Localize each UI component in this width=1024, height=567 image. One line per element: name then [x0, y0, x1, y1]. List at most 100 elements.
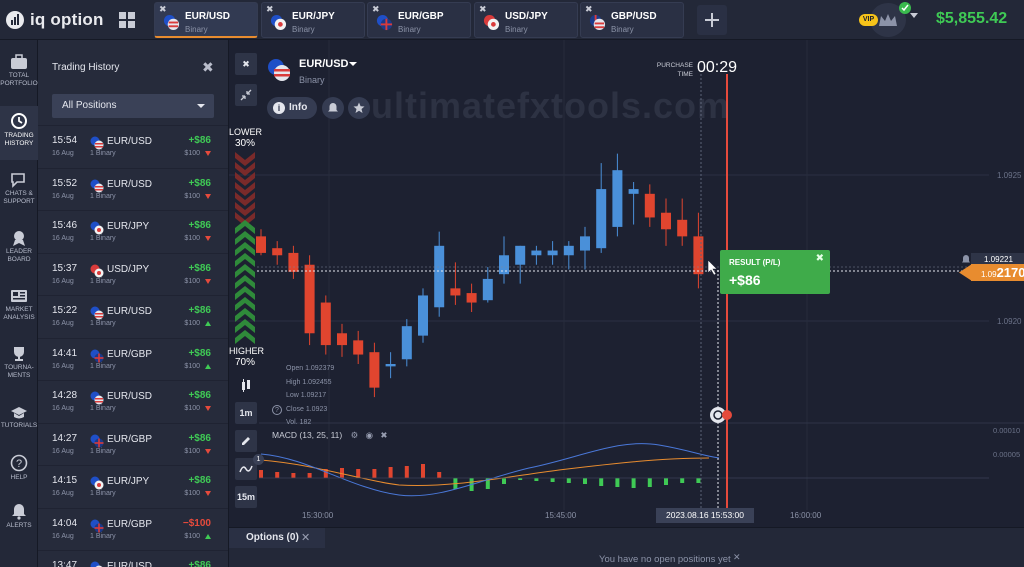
- sidebar-item-help[interactable]: ? HELP: [0, 454, 38, 482]
- candle-body: [369, 352, 380, 388]
- asset-tab-eurjpy[interactable]: ✖ EUR/JPY Binary: [261, 2, 365, 38]
- macd-bar: [307, 473, 312, 478]
- history-row[interactable]: 15:22 16 Aug EUR/USD 1 Binary +$86 $100: [38, 295, 228, 337]
- asset-tab-gbpusd[interactable]: ✖ GBP/USD Binary: [580, 2, 684, 38]
- history-row[interactable]: 14:28 16 Aug EUR/USD 1 Binary +$86 $100: [38, 380, 228, 422]
- candle-body: [418, 295, 428, 336]
- account-balance[interactable]: $5,855.42: [936, 10, 1007, 28]
- tab-options[interactable]: Options (0): [246, 532, 299, 543]
- asset-tab-eurusd[interactable]: ✖ EUR/USD Binary: [154, 2, 258, 38]
- flag-eu-us-icon: [90, 136, 104, 150]
- result-value: +$86: [729, 272, 761, 288]
- logo[interactable]: iq option: [6, 9, 124, 31]
- no-positions-message: You have no open positions yet: [599, 554, 731, 565]
- candle-body: [337, 333, 347, 346]
- macd-bar: [696, 478, 701, 483]
- arrow-up-icon: [205, 363, 211, 369]
- top-bar: iq option ✖ EUR/USD Binary ✖ EUR/JPY Bin…: [0, 0, 1024, 40]
- history-row[interactable]: 14:27 16 Aug EUR/GBP 1 Binary +$86 $100: [38, 422, 228, 465]
- chevron-down-icon[interactable]: [910, 13, 918, 19]
- trade-time: 15:46: [52, 220, 78, 231]
- sidebar-item-leaderboard[interactable]: LEADER BOARD: [0, 230, 38, 264]
- close-chart-button[interactable]: ✖: [235, 53, 257, 75]
- history-row[interactable]: 13:4716 AugEUR/USD1 Binary+$86$100: [38, 550, 228, 567]
- drawing-tool-button[interactable]: [235, 430, 257, 452]
- candle-body: [693, 236, 704, 275]
- trade-amount: $100: [184, 277, 200, 285]
- macd-bar: [388, 467, 393, 478]
- sidebar-item-trading-history[interactable]: TRADING HISTORY: [0, 106, 38, 160]
- timeframe-1m-button[interactable]: 1m: [235, 402, 257, 424]
- history-row[interactable]: 15:46 16 Aug EUR/JPY 1 Binary +$86 $100: [38, 210, 228, 252]
- sidebar-item-tournaments[interactable]: TOURNA- MENTS: [0, 346, 38, 380]
- trade-asset: EUR/USD: [107, 178, 153, 190]
- asset-tab-usdjpy[interactable]: ✖ USD/JPY Binary: [474, 2, 578, 38]
- asset-tab-eurgbp[interactable]: ✖ EUR/GBP Binary: [367, 2, 471, 38]
- close-panel-button[interactable]: ✖: [202, 59, 214, 76]
- flag-gb-us-icon: [589, 14, 606, 31]
- indicators-button[interactable]: 1: [235, 454, 264, 480]
- flag-eu-us-icon: [163, 14, 180, 31]
- arrow-up-icon: [205, 533, 211, 539]
- positions-filter-select[interactable]: All Positions: [52, 94, 214, 118]
- sidebar-item-market-analysis[interactable]: MARKET ANALYSIS: [0, 288, 38, 322]
- bell-icon: [12, 504, 26, 520]
- trade-date: 16 Aug: [52, 150, 74, 157]
- chart-asset-name[interactable]: EUR/USD: [299, 58, 349, 70]
- alerts-button[interactable]: [322, 97, 344, 119]
- favorite-button[interactable]: [348, 97, 370, 119]
- sidebar-item-portfolio[interactable]: TOTAL PORTFOLIO: [0, 54, 38, 88]
- trade-profit: +$86: [188, 220, 211, 231]
- close-icon[interactable]: ✕: [733, 552, 741, 563]
- close-icon[interactable]: ✖: [816, 253, 824, 264]
- info-button[interactable]: i Info: [267, 97, 317, 119]
- collapse-button[interactable]: [235, 84, 257, 106]
- result-title: RESULT (P/L): [729, 258, 781, 267]
- higher-percentage: 70%: [234, 357, 255, 368]
- history-row[interactable]: 14:41 16 Aug EUR/GBP 1 Binary +$86 $100: [38, 337, 228, 380]
- lower-percentage: 30%: [234, 138, 255, 149]
- candle-body: [304, 264, 315, 334]
- trade-amount: $100: [184, 192, 200, 200]
- history-row[interactable]: 15:37 16 Aug USD/JPY 1 Binary +$86 $100: [38, 252, 228, 295]
- arrow-up-icon: [205, 321, 211, 326]
- macd-bar: [583, 478, 587, 484]
- ohlc-readout: Open 1.092379 High 1.092455 Low 1.09217 …: [286, 362, 334, 430]
- add-asset-button[interactable]: [697, 5, 727, 35]
- flag-us-jp-icon: [90, 264, 104, 277]
- help-icon[interactable]: ?: [272, 405, 282, 415]
- timeframe-15m-button[interactable]: 15m: [235, 486, 257, 508]
- trophy-icon: [14, 347, 24, 361]
- ohlc-high: High 1.092455: [286, 378, 332, 386]
- macd-bar: [615, 478, 620, 487]
- sidebar-item-tutorials[interactable]: TUTORIALS: [0, 406, 38, 430]
- timeframe-label: 1m: [239, 408, 253, 418]
- sidebar: TOTAL PORTFOLIO TRADING HISTORY CHATS & …: [0, 40, 38, 567]
- trade-time: 15:22: [52, 305, 78, 316]
- grid-menu-button[interactable]: [112, 5, 142, 35]
- close-icon[interactable]: ✖: [380, 430, 387, 440]
- gear-icon[interactable]: ⚙: [351, 430, 359, 440]
- sidebar-item-label: CHATS & SUPPORT: [3, 190, 35, 205]
- history-row[interactable]: 15:52 16 Aug EUR/USD 1 Binary +$86 $100: [38, 167, 228, 210]
- candle-body: [547, 250, 558, 256]
- sidebar-item-alerts[interactable]: ALERTS: [0, 502, 38, 530]
- eye-icon[interactable]: ◉: [366, 430, 373, 440]
- chart-type-button[interactable]: [235, 374, 257, 396]
- trade-date: 16 Aug: [52, 235, 74, 242]
- sidebar-item-chats[interactable]: CHATS & SUPPORT: [0, 172, 38, 206]
- history-row[interactable]: 14:04 16 Aug EUR/GBP 1 Binary −$100 $100: [38, 507, 228, 550]
- history-row[interactable]: 14:15 16 Aug EUR/JPY 1 Binary +$86 $100: [38, 465, 228, 507]
- chevron-down-icon[interactable]: [349, 62, 357, 66]
- history-row[interactable]: 15:54 16 Aug EUR/USD 1 Binary +$86 $100: [38, 125, 228, 167]
- close-icon[interactable]: ✕: [301, 531, 310, 544]
- options-tab-container[interactable]: Options (0) ✕: [229, 528, 325, 548]
- briefcase-icon: [11, 54, 27, 69]
- trade-asset: EUR/GBP: [107, 518, 153, 530]
- candle-body: [272, 248, 283, 256]
- trade-time: 15:54: [52, 135, 78, 146]
- info-icon: i: [273, 102, 285, 114]
- chart-area[interactable]: ✖ EUR/USD Binary i Info ultimatefxtools.…: [229, 40, 1024, 527]
- trade-time: 15:52: [52, 177, 78, 189]
- candle-body: [628, 189, 639, 194]
